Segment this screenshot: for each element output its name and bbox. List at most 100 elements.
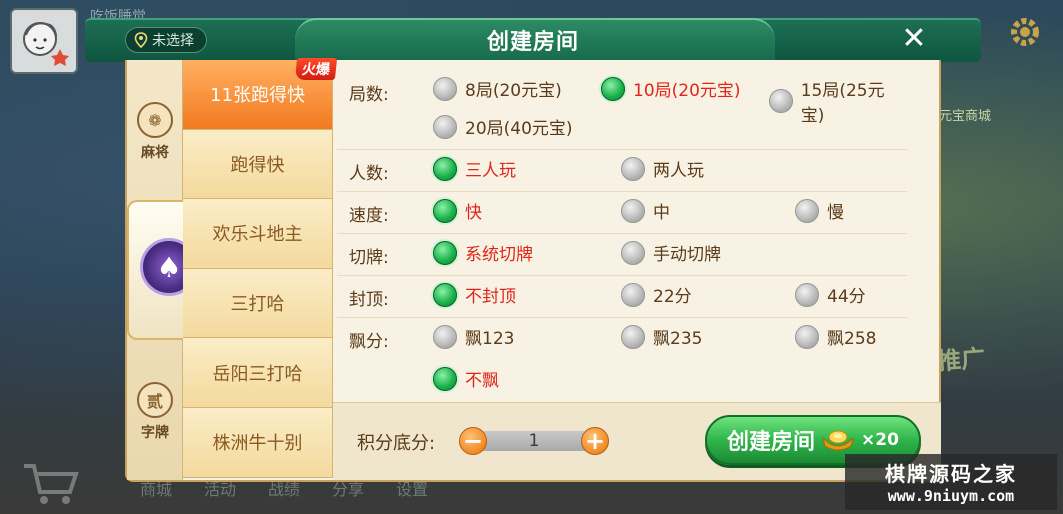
game-list: 11张跑得快 火爆 跑得快 欢乐斗地主 三打哈 岳阳三打哈 株洲牛十别: [183, 58, 338, 480]
radio-button[interactable]: [433, 76, 457, 101]
radio-button[interactable]: [433, 114, 457, 139]
create-room-label: 创建房间: [727, 430, 816, 455]
rounds-option-10[interactable]: 10局(20元宝): [601, 76, 741, 101]
option-text: 8局(20元宝): [465, 81, 562, 101]
category-label: 字牌: [141, 425, 169, 441]
hot-badge: 火爆: [294, 58, 338, 80]
game-label: 11张跑得快: [210, 85, 305, 107]
category-mahjong[interactable]: ❁ 麻将: [127, 102, 183, 162]
option-text: 三人玩: [465, 161, 516, 181]
game-item[interactable]: 三打哈: [183, 268, 333, 339]
radio-button[interactable]: [769, 89, 793, 113]
speed-option-slow[interactable]: 慢: [795, 198, 844, 223]
option-row-speed: 速度: 快 中 慢: [337, 192, 907, 234]
category-label: 麻将: [141, 145, 169, 161]
speed-option-medium[interactable]: 中: [621, 198, 670, 223]
cut-option-manual[interactable]: 手动切牌: [621, 240, 721, 265]
players-label: 人数:: [349, 164, 389, 184]
radio-button[interactable]: [621, 156, 645, 181]
radio-button-selected[interactable]: [433, 156, 457, 181]
radio-button[interactable]: [795, 198, 819, 223]
room-cost: ×20: [861, 430, 899, 450]
option-text: 慢: [827, 203, 844, 223]
option-text: 20局(40元宝): [465, 119, 573, 139]
option-text: 飘258: [827, 329, 877, 349]
cap-option-22[interactable]: 22分: [621, 282, 692, 307]
decrease-button[interactable]: −: [459, 427, 487, 455]
rounds-option-20[interactable]: 20局(40元宝): [433, 114, 573, 139]
rounds-label: 局数:: [349, 85, 389, 105]
rounds-option-15[interactable]: 15局(25元宝): [769, 76, 907, 126]
float-option-258[interactable]: 飘258: [795, 324, 876, 349]
option-row-cut: 切牌: 系统切牌 手动切牌: [337, 234, 907, 276]
game-label: 跑得快: [230, 154, 285, 176]
game-label: 岳阳三打哈: [212, 363, 303, 385]
create-room-dialog: 创建房间 ✕ 未选择 ❁ 麻将 ♠ 贰 字牌 11张跑得快 火爆 跑得快 欢乐斗…: [85, 18, 981, 482]
option-row-rounds: 局数: 8局(20元宝) 10局(20元宝) 15局(25元宝) 20局(40元…: [337, 60, 907, 150]
rounds-option-8[interactable]: 8局(20元宝): [433, 76, 562, 101]
radio-button-selected[interactable]: [433, 366, 457, 391]
game-item[interactable]: 岳阳三打哈: [183, 338, 333, 408]
radio-button[interactable]: [433, 324, 457, 349]
promo-label[interactable]: 推广: [936, 338, 986, 376]
cap-label: 封顶:: [349, 290, 389, 310]
radio-button-selected[interactable]: [601, 76, 625, 101]
option-text: 手动切牌: [653, 245, 721, 265]
dialog-title: 创建房间: [486, 30, 579, 55]
float-option-235[interactable]: 飘235: [621, 324, 702, 349]
gold-ingot-icon: [822, 430, 854, 451]
game-item[interactable]: 跑得快: [183, 129, 333, 200]
game-item[interactable]: 11张跑得快 火爆: [183, 58, 338, 130]
game-label: 株洲牛十别: [212, 433, 303, 455]
base-score-label: 积分底分:: [357, 433, 436, 454]
radio-button-selected[interactable]: [433, 240, 457, 265]
players-option-three[interactable]: 三人玩: [433, 156, 516, 181]
cut-label: 切牌:: [349, 248, 389, 268]
radio-button[interactable]: [621, 324, 645, 349]
yuanbao-shop-label[interactable]: 元宝商城: [939, 105, 991, 124]
option-text: 不飘: [465, 371, 499, 391]
watermark-url: www.9niuym.com: [887, 487, 1015, 505]
watermark: 棋牌源码之家 www.9niuym.com: [845, 454, 1057, 510]
category-zipai[interactable]: 贰 字牌: [127, 382, 183, 442]
base-score-stepper[interactable]: 1 − +: [459, 427, 609, 455]
option-text: 飘123: [465, 329, 515, 349]
option-row-float: 飘分: 飘123 飘235 飘258 不飘: [337, 318, 907, 400]
increase-button[interactable]: +: [581, 427, 609, 455]
float-option-none[interactable]: 不飘: [433, 366, 499, 391]
radio-button[interactable]: [795, 324, 819, 349]
players-option-two[interactable]: 两人玩: [621, 156, 704, 181]
settings-gear-icon[interactable]: [1007, 14, 1043, 50]
cut-option-system[interactable]: 系统切牌: [433, 240, 533, 265]
option-text: 15局(25元宝): [800, 81, 885, 126]
option-row-cap: 封顶: 不封顶 22分 44分: [337, 276, 907, 318]
option-text: 飘235: [653, 329, 703, 349]
game-item[interactable]: 欢乐斗地主: [183, 199, 333, 269]
option-text: 22分: [653, 287, 692, 307]
game-label: 三打哈: [230, 294, 285, 316]
dialog-body: ❁ 麻将 ♠ 贰 字牌 11张跑得快 火爆 跑得快 欢乐斗地主 三打哈 岳阳三打…: [125, 58, 941, 482]
float-label: 飘分:: [349, 332, 389, 352]
game-item[interactable]: 株洲牛十别: [183, 407, 333, 478]
radio-button[interactable]: [795, 282, 819, 307]
zipai-icon: 贰: [137, 382, 173, 418]
location-selector[interactable]: 未选择: [125, 27, 207, 53]
location-label: 未选择: [152, 33, 194, 49]
player-avatar[interactable]: [10, 8, 78, 74]
radio-button[interactable]: [621, 282, 645, 307]
option-text: 不封顶: [465, 287, 516, 307]
option-text: 44分: [827, 287, 866, 307]
base-score-value: 1: [473, 431, 595, 451]
radio-button-selected[interactable]: [433, 282, 457, 307]
watermark-title: 棋牌源码之家: [885, 462, 1017, 486]
cap-option-44[interactable]: 44分: [795, 282, 866, 307]
radio-button[interactable]: [621, 240, 645, 265]
cap-option-none[interactable]: 不封顶: [433, 282, 516, 307]
float-option-123[interactable]: 飘123: [433, 324, 514, 349]
radio-button[interactable]: [621, 198, 645, 223]
close-button[interactable]: ✕: [897, 22, 931, 56]
option-text: 10局(20元宝): [633, 81, 741, 101]
shopping-cart-icon[interactable]: [20, 458, 80, 508]
speed-option-fast[interactable]: 快: [433, 198, 482, 223]
radio-button-selected[interactable]: [433, 198, 457, 223]
